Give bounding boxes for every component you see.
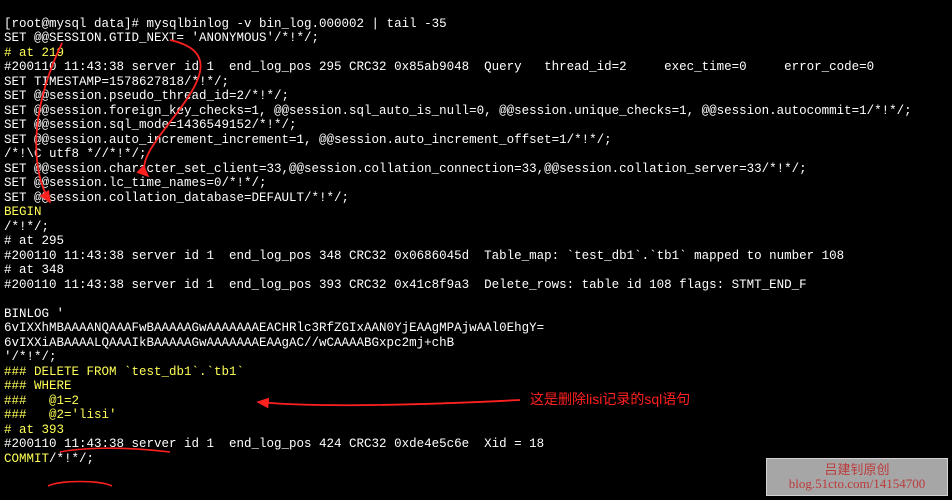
out-col2: ### @2='lisi': [4, 408, 117, 422]
out-commit-tail: /*!*/;: [49, 452, 94, 466]
annotation-delete-sql: 这是删除lisi记录的sql语句: [530, 392, 690, 407]
out-line: #200110 11:43:38 server id 1 end_log_pos…: [4, 437, 544, 451]
out-delete: ### DELETE FROM `test_db1`.`tb1`: [4, 365, 244, 379]
out-where: ### WHERE: [4, 379, 72, 393]
out-line-at219: # at 219: [4, 46, 64, 60]
out-line: 6vIXXiABAAAALQAAAIkBAAAAAGwAAAAAAAEAAgAC…: [4, 336, 454, 350]
watermark-url: blog.51cto.com/14154700: [767, 477, 947, 492]
out-commit: COMMIT: [4, 452, 49, 466]
out-line: SET TIMESTAMP=1578627818/*!*/;: [4, 75, 229, 89]
out-line: /*!*/;: [4, 220, 49, 234]
out-begin: BEGIN: [4, 205, 42, 219]
out-line: '/*!*/;: [4, 350, 57, 364]
out-line: #200110 11:43:38 server id 1 end_log_pos…: [4, 249, 844, 263]
out-line: SET @@session.pseudo_thread_id=2/*!*/;: [4, 89, 289, 103]
out-line: # at 348: [4, 263, 64, 277]
out-col1: ### @1=2: [4, 394, 79, 408]
out-line: SET @@session.sql_mode=1436549152/*!*/;: [4, 118, 297, 132]
terminal-output: [root@mysql data]# mysqlbinlog -v bin_lo…: [0, 0, 952, 468]
out-at393: # at 393: [4, 423, 64, 437]
out-line: SET @@session.character_set_client=33,@@…: [4, 162, 807, 176]
shell-prompt: [root@mysql data]# mysqlbinlog -v bin_lo…: [4, 17, 447, 31]
out-line: SET @@session.collation_database=DEFAULT…: [4, 191, 349, 205]
out-line: BINLOG ': [4, 307, 64, 321]
out-line: #200110 11:43:38 server id 1 end_log_pos…: [4, 60, 874, 74]
out-line: 6vIXXhMBAAAANQAAAFwBAAAAAGwAAAAAAAEACHRl…: [4, 321, 544, 335]
out-line: SET @@SESSION.GTID_NEXT= 'ANONYMOUS'/*!*…: [4, 31, 319, 45]
watermark: 吕建钊原创 blog.51cto.com/14154700: [766, 458, 948, 496]
out-line: SET @@session.auto_increment_increment=1…: [4, 133, 612, 147]
out-line: SET @@session.lc_time_names=0/*!*/;: [4, 176, 267, 190]
out-line: #200110 11:43:38 server id 1 end_log_pos…: [4, 278, 807, 292]
out-line: # at 295: [4, 234, 64, 248]
out-line: SET @@session.foreign_key_checks=1, @@se…: [4, 104, 912, 118]
watermark-author: 吕建钊原创: [767, 463, 947, 478]
out-line: /*!\C utf8 *//*!*/;: [4, 147, 147, 161]
